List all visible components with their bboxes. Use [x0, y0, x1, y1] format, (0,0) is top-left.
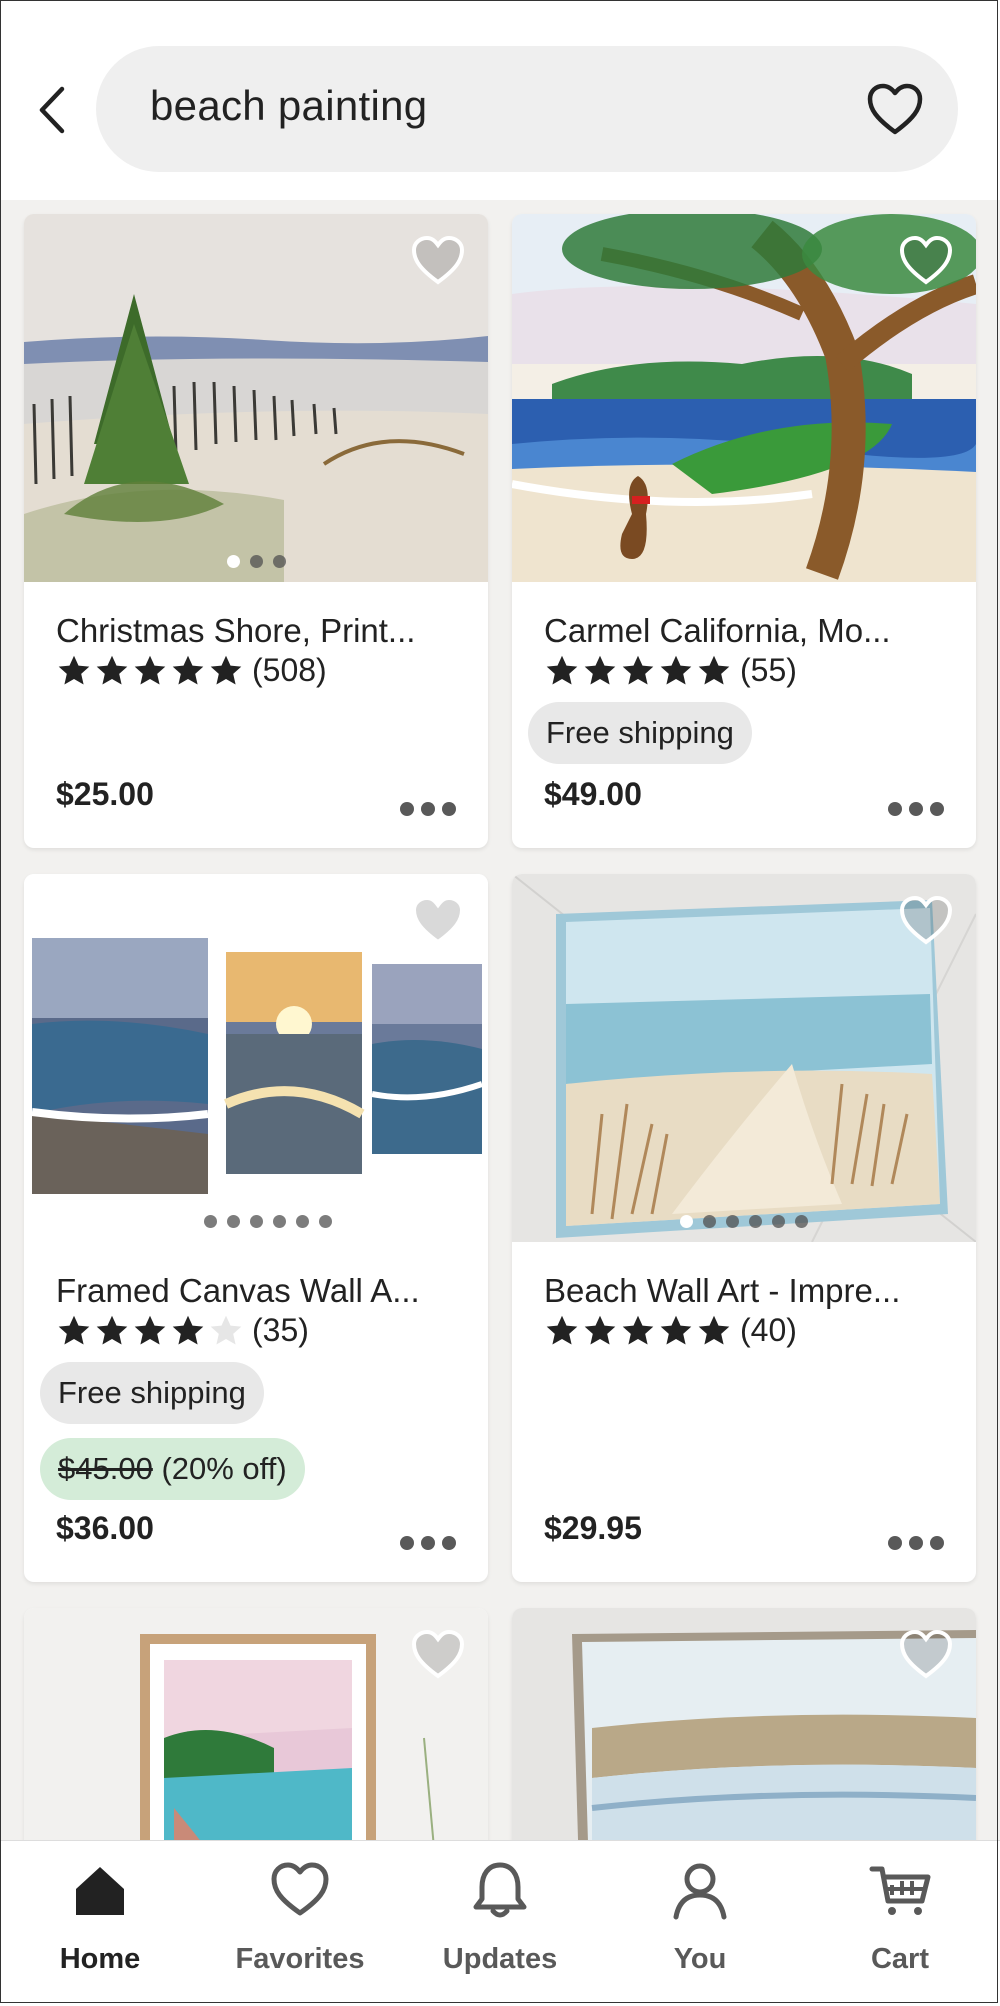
rating: (508): [56, 652, 327, 689]
star-icon: [58, 655, 90, 684]
star-icon: [584, 655, 616, 684]
price: $49.00: [544, 776, 642, 812]
star-icon: [698, 655, 730, 684]
home-icon: [76, 1867, 124, 1915]
favorite-heart-icon[interactable]: [410, 894, 466, 946]
star-icon: [96, 655, 128, 684]
favorite-heart-icon[interactable]: [898, 894, 954, 946]
star-icon: [134, 1315, 166, 1344]
rating: (35): [56, 1312, 309, 1349]
image-pager: [24, 555, 488, 568]
more-options-button[interactable]: [888, 802, 944, 816]
bell-icon: [473, 1862, 527, 1918]
chevron-left-icon: [39, 86, 65, 134]
favorite-heart-icon[interactable]: [410, 234, 466, 286]
image-pager: [24, 1215, 488, 1228]
more-options-button[interactable]: [400, 802, 456, 816]
star-icon: [134, 655, 166, 684]
star-icon: [172, 1315, 204, 1344]
star-icon: [660, 655, 692, 684]
nav-updates[interactable]: Updates: [400, 1859, 600, 1976]
heart-icon: [271, 1862, 329, 1916]
star-icon: [660, 1315, 692, 1344]
rating: (55): [544, 652, 797, 689]
review-count: (55): [740, 652, 797, 688]
nav-you-label: You: [673, 1943, 727, 1975]
listing-title[interactable]: Beach Wall Art - Impre...: [544, 1272, 900, 1310]
review-count: (508): [252, 652, 327, 688]
back-button[interactable]: [30, 82, 74, 138]
listing-title[interactable]: Carmel California, Mo...: [544, 612, 891, 650]
nav-home-label: Home: [59, 1943, 141, 1975]
original-price: $45.00: [58, 1451, 153, 1486]
person-icon: [673, 1863, 727, 1920]
price: $36.00: [56, 1510, 154, 1546]
rating: (40): [544, 1312, 797, 1349]
nav-home[interactable]: Home: [0, 1859, 200, 1976]
star-icon: [96, 1315, 128, 1344]
listing-card[interactable]: Beach Wall Art - Impre... (40) $29.95: [512, 874, 976, 1582]
listing-card[interactable]: Carmel California, Mo... (55) Free shipp…: [512, 214, 976, 848]
star-icon: [546, 655, 578, 684]
star-icon: [622, 1315, 654, 1344]
price: $29.95: [544, 1510, 642, 1546]
star-icon: [210, 655, 242, 684]
nav-you[interactable]: You: [600, 1859, 800, 1976]
star-icon: [172, 655, 204, 684]
favorite-heart-icon[interactable]: [898, 234, 954, 286]
star-icon: [546, 1315, 578, 1344]
search-query[interactable]: beach painting: [150, 82, 427, 130]
star-icon: [698, 1315, 730, 1344]
favorite-heart-icon[interactable]: [410, 1628, 466, 1680]
cart-icon: [869, 1866, 931, 1915]
price: $25.00: [56, 776, 154, 812]
more-options-button[interactable]: [400, 1536, 456, 1550]
bottom-nav: Home Favorites Updates You Cart: [0, 1840, 1000, 2006]
listing-title[interactable]: Christmas Shore, Print...: [56, 612, 415, 650]
search-field[interactable]: beach painting: [96, 46, 958, 172]
header: beach painting: [0, 0, 1000, 200]
nav-cart-label: Cart: [870, 1943, 929, 1975]
listing-image[interactable]: [24, 874, 488, 1242]
star-icon: [584, 1315, 616, 1344]
star-icon: [622, 655, 654, 684]
nav-favorites[interactable]: Favorites: [200, 1859, 400, 1976]
nav-favorites-label: Favorites: [235, 1943, 365, 1975]
discount-badge: $45.00 (20% off): [40, 1438, 305, 1500]
free-shipping-badge: Free shipping: [40, 1362, 264, 1424]
image-pager: [512, 1215, 976, 1228]
discount-percent: (20% off): [161, 1451, 287, 1486]
listing-title[interactable]: Framed Canvas Wall A...: [56, 1272, 420, 1310]
star-empty-icon: [210, 1315, 242, 1344]
listing-image[interactable]: [512, 214, 976, 582]
nav-cart[interactable]: Cart: [800, 1859, 1000, 1976]
listing-card[interactable]: Christmas Shore, Print... (508) $25.00: [24, 214, 488, 848]
favorite-heart-icon[interactable]: [898, 1628, 954, 1680]
heart-icon[interactable]: [866, 82, 924, 136]
review-count: (40): [740, 1312, 797, 1348]
listing-image[interactable]: [512, 874, 976, 1242]
listing-image[interactable]: [24, 214, 488, 582]
listing-card[interactable]: Framed Canvas Wall A... (35) Free shippi…: [24, 874, 488, 1582]
free-shipping-badge: Free shipping: [528, 702, 752, 764]
review-count: (35): [252, 1312, 309, 1348]
star-icon: [58, 1315, 90, 1344]
more-options-button[interactable]: [888, 1536, 944, 1550]
nav-updates-label: Updates: [442, 1943, 558, 1975]
